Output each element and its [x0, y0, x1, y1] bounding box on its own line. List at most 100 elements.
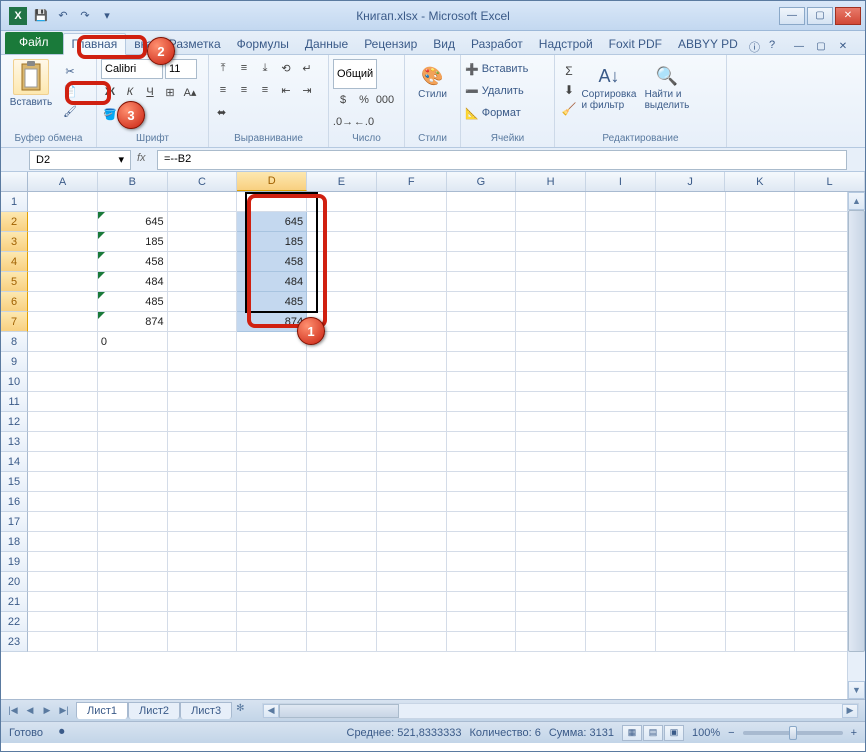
cell-A15[interactable]	[28, 472, 98, 492]
file-tab[interactable]: Файл	[5, 32, 63, 54]
cell-C17[interactable]	[168, 512, 238, 532]
cell-J2[interactable]	[656, 212, 726, 232]
row-header-5[interactable]: 5	[1, 272, 28, 292]
cell-B6[interactable]: 485	[98, 292, 168, 312]
cell-J18[interactable]	[656, 532, 726, 552]
cell-C18[interactable]	[168, 532, 238, 552]
col-header-B[interactable]: B	[98, 172, 168, 191]
cell-F14[interactable]	[377, 452, 447, 472]
horizontal-scrollbar[interactable]: ◀ ▶	[262, 703, 859, 719]
cell-K20[interactable]	[726, 572, 796, 592]
cell-A19[interactable]	[28, 552, 98, 572]
insert-cells-button[interactable]: ➕ Вставить	[465, 59, 528, 79]
cell-I16[interactable]	[586, 492, 656, 512]
row-header-9[interactable]: 9	[1, 352, 28, 372]
cell-H17[interactable]	[516, 512, 586, 532]
cell-J21[interactable]	[656, 592, 726, 612]
redo-icon[interactable]: ↷	[77, 8, 93, 24]
comma-icon[interactable]: 000	[375, 91, 395, 109]
macro-record-icon[interactable]: ⏺	[59, 726, 65, 739]
cell-E14[interactable]	[307, 452, 377, 472]
wrap-text-icon[interactable]: ↵	[297, 59, 317, 77]
cell-J12[interactable]	[656, 412, 726, 432]
merge-button[interactable]: ⬌	[213, 103, 230, 121]
sheet-tab-2[interactable]: Лист2	[128, 702, 180, 719]
first-sheet-icon[interactable]: |◀	[5, 703, 21, 719]
cell-F3[interactable]	[377, 232, 447, 252]
format-cells-button[interactable]: 📐 Формат	[465, 103, 521, 123]
row-header-13[interactable]: 13	[1, 432, 28, 452]
cell-J9[interactable]	[656, 352, 726, 372]
cell-E11[interactable]	[307, 392, 377, 412]
cell-D10[interactable]	[237, 372, 307, 392]
cell-B12[interactable]	[98, 412, 168, 432]
addins-tab[interactable]: Надстрой	[531, 34, 601, 54]
cell-J5[interactable]	[656, 272, 726, 292]
row-header-1[interactable]: 1	[1, 192, 28, 212]
cell-H2[interactable]	[516, 212, 586, 232]
help-icon[interactable]: ?	[769, 39, 783, 53]
cell-H18[interactable]	[516, 532, 586, 552]
cell-A1[interactable]	[28, 192, 98, 212]
cell-B1[interactable]	[98, 192, 168, 212]
zoom-in-icon[interactable]: +	[851, 727, 857, 739]
cell-E9[interactable]	[307, 352, 377, 372]
cell-D18[interactable]	[237, 532, 307, 552]
cell-G20[interactable]	[447, 572, 517, 592]
cell-A16[interactable]	[28, 492, 98, 512]
cell-F21[interactable]	[377, 592, 447, 612]
cell-A6[interactable]	[28, 292, 98, 312]
cell-C19[interactable]	[168, 552, 238, 572]
cell-C8[interactable]	[168, 332, 238, 352]
scroll-up-icon[interactable]: ▲	[848, 192, 865, 210]
scroll-right-icon[interactable]: ▶	[842, 704, 858, 718]
cell-G3[interactable]	[447, 232, 517, 252]
align-bottom-icon[interactable]: ⤓	[255, 59, 275, 77]
cell-G18[interactable]	[447, 532, 517, 552]
cell-K4[interactable]	[726, 252, 796, 272]
cell-I20[interactable]	[586, 572, 656, 592]
cell-E10[interactable]	[307, 372, 377, 392]
cell-H6[interactable]	[516, 292, 586, 312]
cell-A13[interactable]	[28, 432, 98, 452]
cell-J16[interactable]	[656, 492, 726, 512]
cell-I15[interactable]	[586, 472, 656, 492]
cell-G12[interactable]	[447, 412, 517, 432]
cell-E2[interactable]	[307, 212, 377, 232]
cell-A3[interactable]	[28, 232, 98, 252]
cell-K11[interactable]	[726, 392, 796, 412]
cell-E7[interactable]	[307, 312, 377, 332]
row-header-7[interactable]: 7	[1, 312, 28, 332]
cell-D8[interactable]	[237, 332, 307, 352]
cell-C14[interactable]	[168, 452, 238, 472]
cell-I10[interactable]	[586, 372, 656, 392]
fill-color-button[interactable]: 🪣	[101, 105, 119, 123]
cell-H22[interactable]	[516, 612, 586, 632]
cell-F18[interactable]	[377, 532, 447, 552]
cell-B19[interactable]	[98, 552, 168, 572]
align-middle-icon[interactable]: ≡	[234, 59, 254, 77]
cell-G13[interactable]	[447, 432, 517, 452]
cell-D19[interactable]	[237, 552, 307, 572]
align-left-icon[interactable]: ≡	[213, 81, 233, 99]
cell-D11[interactable]	[237, 392, 307, 412]
cell-J14[interactable]	[656, 452, 726, 472]
cell-C23[interactable]	[168, 632, 238, 652]
cell-A20[interactable]	[28, 572, 98, 592]
cell-B21[interactable]	[98, 592, 168, 612]
font-size-combo[interactable]: 11	[165, 59, 197, 79]
cell-C12[interactable]	[168, 412, 238, 432]
cell-D6[interactable]: 485	[237, 292, 307, 312]
name-box[interactable]: D2 ▾	[29, 150, 131, 170]
cell-A5[interactable]	[28, 272, 98, 292]
cell-B11[interactable]	[98, 392, 168, 412]
row-header-14[interactable]: 14	[1, 452, 28, 472]
cell-J17[interactable]	[656, 512, 726, 532]
close-button[interactable]: ✕	[835, 7, 861, 25]
cell-A17[interactable]	[28, 512, 98, 532]
cell-F8[interactable]	[377, 332, 447, 352]
cell-J19[interactable]	[656, 552, 726, 572]
layout-tab[interactable]: Разметка	[161, 34, 229, 54]
cell-E5[interactable]	[307, 272, 377, 292]
cell-K16[interactable]	[726, 492, 796, 512]
